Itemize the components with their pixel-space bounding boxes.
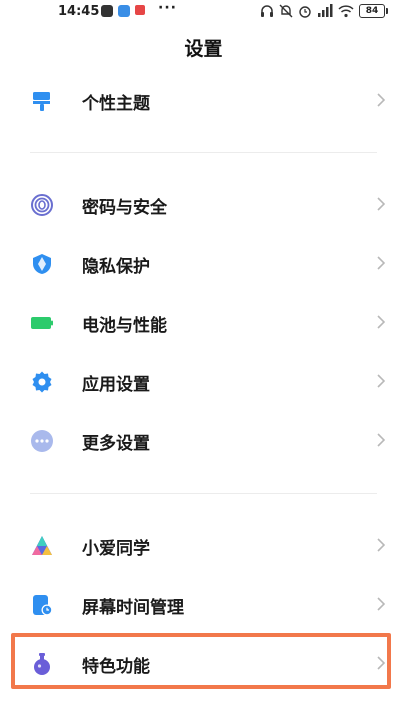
- shield-icon: [33, 254, 51, 274]
- battery-indicator: 84: [359, 4, 388, 18]
- chevron-right-icon: [377, 597, 385, 611]
- more-notifications-icon: ···: [158, 0, 177, 16]
- divider: [30, 152, 377, 153]
- battery-icon: [31, 317, 53, 329]
- mute-bell-icon: [279, 4, 293, 18]
- settings-item-label: 密码与安全: [82, 198, 167, 218]
- gear-icon: [32, 371, 52, 393]
- chevron-right-icon: [377, 538, 385, 552]
- settings-item-apps[interactable]: 应用设置: [0, 357, 407, 407]
- divider: [30, 493, 377, 494]
- settings-item-label: 电池与性能: [82, 316, 167, 336]
- settings-item-label: 更多设置: [82, 434, 150, 454]
- notification-app-icon: [135, 5, 145, 15]
- settings-item-theme[interactable]: 个性主题: [0, 76, 407, 126]
- chevron-right-icon: [377, 374, 385, 388]
- chevron-right-icon: [377, 197, 385, 211]
- chevron-right-icon: [377, 93, 385, 107]
- settings-item-more[interactable]: 更多设置: [0, 416, 407, 466]
- settings-item-security[interactable]: 密码与安全: [0, 180, 407, 230]
- highlight-frame: [11, 633, 391, 689]
- chevron-right-icon: [377, 433, 385, 447]
- status-icons: 84: [260, 3, 388, 19]
- settings-item-label: 应用设置: [82, 375, 150, 395]
- settings-item-xiaoai[interactable]: 小爱同学: [0, 521, 407, 571]
- headphones-icon: [261, 5, 273, 17]
- fingerprint-icon: [31, 194, 53, 216]
- settings-item-label: 个性主题: [82, 94, 150, 114]
- hourglass-clock-icon: [33, 595, 53, 616]
- chevron-right-icon: [377, 256, 385, 270]
- notification-app-icon: [118, 5, 130, 17]
- settings-item-label: 小爱同学: [82, 539, 150, 559]
- page-title: 设置: [184, 38, 223, 60]
- paint-brush-icon: [33, 92, 50, 111]
- settings-item-label: 屏幕时间管理: [82, 598, 184, 618]
- chevron-right-icon: [377, 315, 385, 329]
- more-dots-icon: [31, 430, 53, 452]
- settings-item-privacy[interactable]: 隐私保护: [0, 239, 407, 289]
- status-time: 14:45: [58, 4, 100, 19]
- signal-icon: [318, 4, 333, 17]
- settings-item-screen-time[interactable]: 屏幕时间管理: [0, 580, 407, 630]
- settings-item-battery[interactable]: 电池与性能: [0, 298, 407, 348]
- xiaoai-icon: [32, 536, 52, 555]
- wifi-icon: [338, 5, 354, 18]
- settings-item-label: 隐私保护: [82, 257, 150, 277]
- notification-app-icon: [101, 5, 113, 17]
- status-bar: 14:45 ··· 84: [0, 0, 407, 24]
- alarm-icon: [299, 6, 311, 18]
